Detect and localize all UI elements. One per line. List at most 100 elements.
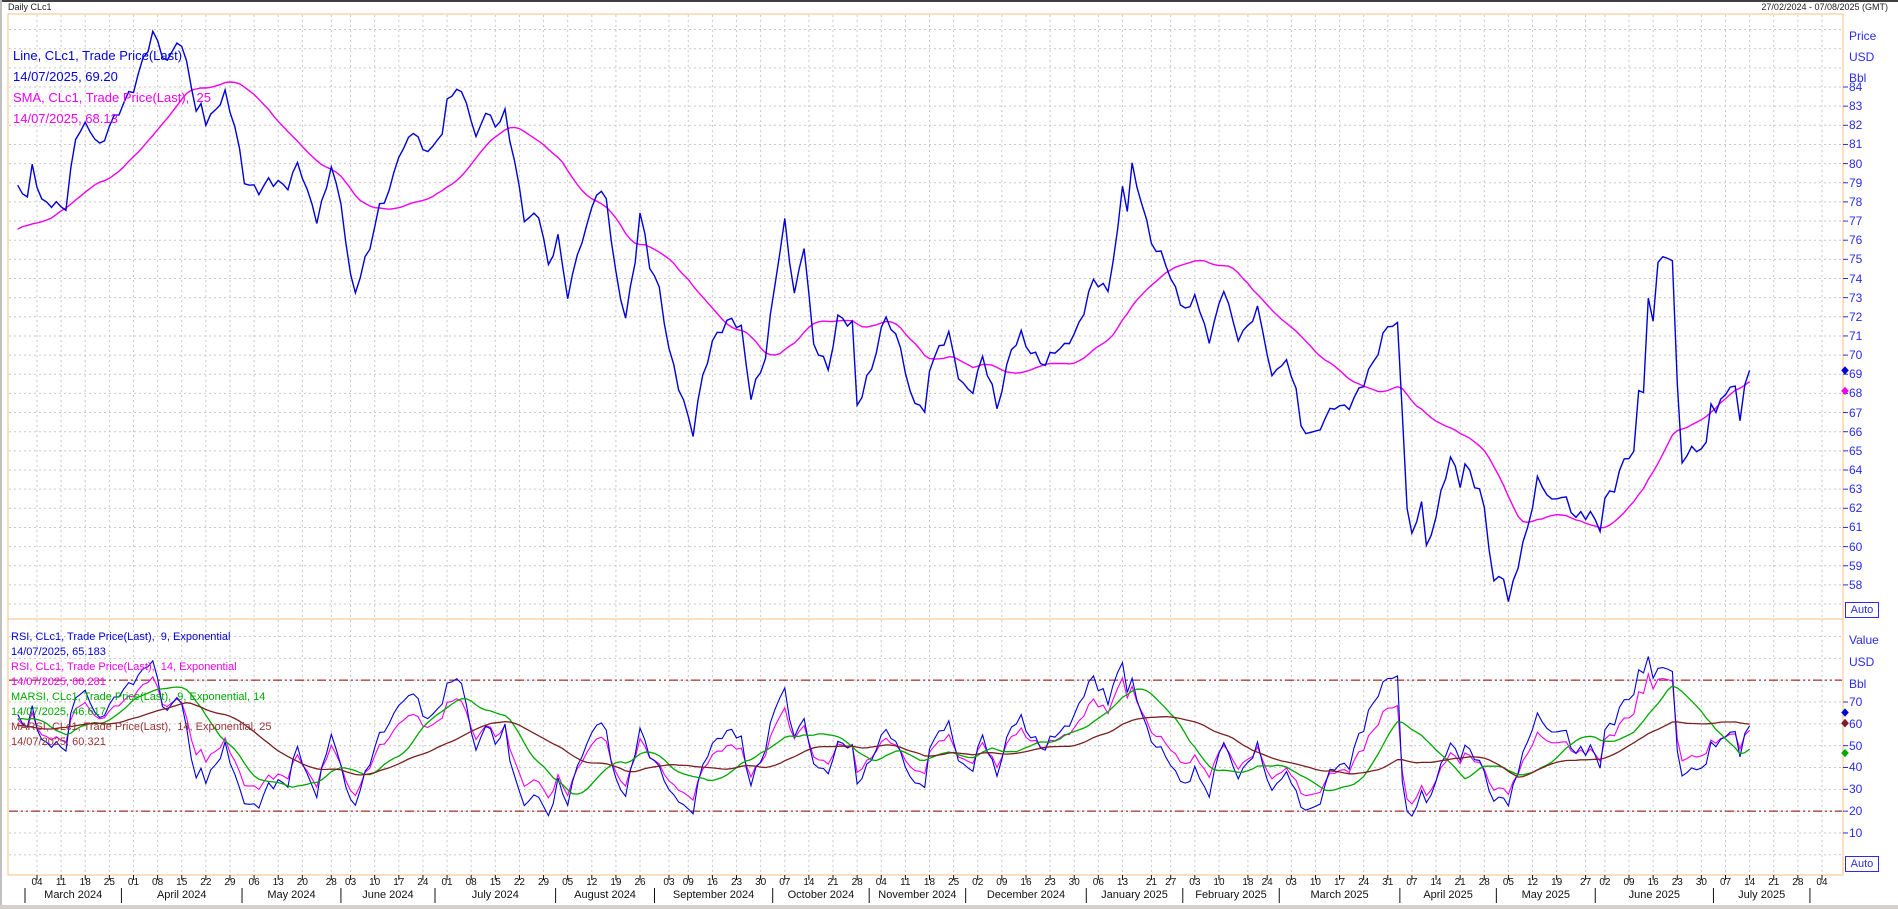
window-top-edge — [0, 0, 1898, 2]
x-axis-day-label: 27 — [1576, 877, 1596, 888]
x-axis-day-label: 19 — [606, 877, 626, 888]
chart-canvas[interactable] — [0, 0, 1898, 909]
x-axis-day-label: 24 — [1257, 877, 1277, 888]
legend-price-line-name: Line, CLc1, Trade Price(Last) — [13, 48, 182, 63]
date-range-label: 27/02/2024 - 07/08/2025 (GMT) — [1761, 2, 1888, 12]
x-axis-day-label: 03 — [1281, 877, 1301, 888]
x-axis-day-label: 05 — [558, 877, 578, 888]
price-axis-tick-label: 80 — [1849, 157, 1893, 171]
price-axis-tick-label: 73 — [1849, 291, 1893, 305]
legend-sma-name: SMA, CLc1, Trade Price(Last), 25 — [13, 90, 211, 105]
price-axis-title-1: Price — [1849, 29, 1876, 43]
x-axis-day-label: 28 — [1788, 877, 1808, 888]
x-axis-day-label: 09 — [1619, 877, 1639, 888]
price-axis-tick-label: 84 — [1849, 80, 1893, 94]
x-axis-day-label: 08 — [461, 877, 481, 888]
value-marker-2 — [1841, 719, 1849, 727]
x-axis-day-label: 30 — [751, 877, 771, 888]
price-axis-tick-label: 59 — [1849, 559, 1893, 573]
price-axis-tick-label: 76 — [1849, 233, 1893, 247]
x-axis-day-label: 07 — [1402, 877, 1422, 888]
price-axis-auto-button[interactable]: Auto — [1845, 602, 1879, 618]
value-axis-tick-label: 20 — [1849, 804, 1893, 818]
x-axis-day-label: 21 — [823, 877, 843, 888]
x-axis-day-label: 19 — [1547, 877, 1567, 888]
price-axis-tick-label: 81 — [1849, 137, 1893, 151]
x-axis-day-label: 02 — [1595, 877, 1615, 888]
legend-marsi25-name: MARSI, CLc1, Trade Price(Last), 14, Expo… — [11, 721, 271, 733]
x-axis-day-label: 27 — [1161, 877, 1181, 888]
x-axis-day-label: 16 — [1643, 877, 1663, 888]
x-axis-day-label: 22 — [509, 877, 529, 888]
x-axis-day-label: 11 — [51, 877, 71, 888]
price-axis-tick-label: 58 — [1849, 578, 1893, 592]
x-axis-day-label: 29 — [220, 877, 240, 888]
x-axis-day-label: 30 — [1064, 877, 1084, 888]
price-axis-tick-label: 78 — [1849, 195, 1893, 209]
price-axis-tick-label: 64 — [1849, 463, 1893, 477]
price-axis-tick-label: 79 — [1849, 176, 1893, 190]
value-axis-title-1: Value — [1849, 633, 1879, 647]
x-axis-day-label: 13 — [1112, 877, 1132, 888]
legend-rsi14-value: 14/07/2025, 60.281 — [11, 676, 106, 688]
x-axis-day-label: 21 — [1141, 877, 1161, 888]
x-axis-day-label: 24 — [413, 877, 433, 888]
value-axis-tick-label: 10 — [1849, 826, 1893, 840]
x-axis-day-label: 21 — [1450, 877, 1470, 888]
legend-rsi9-name: RSI, CLc1, Trade Price(Last), 9, Exponen… — [11, 631, 231, 643]
price-axis-tick-label: 69 — [1849, 367, 1893, 381]
price-axis-tick-label: 72 — [1849, 310, 1893, 324]
legend-marsi25-value: 14/07/2025, 60.321 — [11, 736, 106, 748]
legend-rsi9-value: 14/07/2025, 65.183 — [11, 646, 106, 658]
x-axis-day-label: 16 — [702, 877, 722, 888]
x-axis-day-label: 25 — [944, 877, 964, 888]
x-axis-day-label: 23 — [727, 877, 747, 888]
value-axis-title-3: Bbl — [1849, 677, 1866, 691]
x-axis-day-label: 09 — [678, 877, 698, 888]
legend-marsi9-value: 14/07/2025, 46.617 — [11, 706, 106, 718]
x-axis-day-label: 12 — [582, 877, 602, 888]
x-axis-day-label: 31 — [1378, 877, 1398, 888]
legend-rsi14-name: RSI, CLc1, Trade Price(Last), 14, Expone… — [11, 661, 237, 673]
x-axis-day-label: 23 — [1040, 877, 1060, 888]
price-axis-tick-label: 75 — [1849, 252, 1893, 266]
x-axis-day-label: 14 — [1740, 877, 1760, 888]
x-axis-day-label: 21 — [1764, 877, 1784, 888]
x-axis-day-label: 04 — [1812, 877, 1832, 888]
x-axis-day-label: 08 — [148, 877, 168, 888]
price-axis-tick-label: 62 — [1849, 501, 1893, 515]
value-axis-tick-label: 70 — [1849, 695, 1893, 709]
x-axis-day-label: 10 — [365, 877, 385, 888]
price-axis-tick-label: 66 — [1849, 425, 1893, 439]
rsi14-line — [18, 674, 1750, 804]
x-axis-day-label: 17 — [1330, 877, 1350, 888]
value-axis-auto-button[interactable]: Auto — [1845, 856, 1879, 872]
legend-price-line-value: 14/07/2025, 69.20 — [13, 69, 118, 84]
value-axis-tick-label: 40 — [1849, 760, 1893, 774]
x-axis-day-label: 18 — [75, 877, 95, 888]
x-axis-month-label: July 2025 — [1697, 889, 1827, 901]
value-axis-tick-label: 60 — [1849, 717, 1893, 731]
x-axis-day-label: 28 — [847, 877, 867, 888]
value-marker-3 — [1841, 749, 1849, 757]
x-axis-day-label: 07 — [775, 877, 795, 888]
value-axis-tick-label: 30 — [1849, 782, 1893, 796]
x-axis-day-label: 05 — [1498, 877, 1518, 888]
price-axis-tick-label: 74 — [1849, 272, 1893, 286]
price-axis-title-2: USD — [1849, 50, 1874, 64]
x-axis-day-label: 11 — [895, 877, 915, 888]
value-axis-title-2: USD — [1849, 655, 1874, 669]
x-axis-day-label: 03 — [1185, 877, 1205, 888]
chart-window: Daily CLc1 27/02/2024 - 07/08/2025 (GMT)… — [0, 0, 1898, 909]
legend-sma-value: 14/07/2025, 68.13 — [13, 111, 118, 126]
x-axis-day-label: 04 — [871, 877, 891, 888]
price-axis-tick-label: 77 — [1849, 214, 1893, 228]
x-axis-day-label: 30 — [1691, 877, 1711, 888]
x-axis-day-label: 28 — [321, 877, 341, 888]
price-axis-tick-label: 70 — [1849, 348, 1893, 362]
price-axis-tick-label: 71 — [1849, 329, 1893, 343]
x-axis-day-label: 24 — [1354, 877, 1374, 888]
window-bottom-edge — [0, 905, 1898, 909]
price-marker-0 — [1841, 366, 1849, 374]
x-axis-day-label: 10 — [1209, 877, 1229, 888]
